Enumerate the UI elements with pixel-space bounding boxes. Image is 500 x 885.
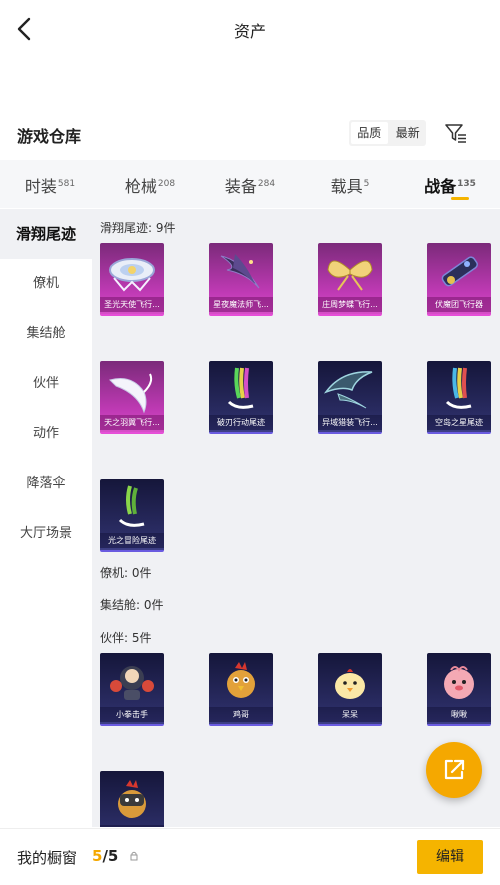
sidebar-item-partner[interactable]: 伙伴 [0,359,92,409]
sort-toggle: 品质 最新 [349,120,426,146]
top-bar: 资产 [0,0,500,58]
tab-count: 208 [157,179,176,189]
demon-craft-icon [441,256,479,287]
item-card[interactable]: 鸡哥 [209,653,273,726]
sidebar-item-wingman[interactable]: 僚机 [0,259,92,309]
item-name: 小拳击手 [100,707,164,722]
item-name: 空岛之星尾迹 [427,415,491,430]
item-name: 异域猎装飞行... [318,415,382,430]
item-card[interactable]: 小拳击手 [100,653,164,726]
showcase-count: 5/5 [92,847,118,865]
item-grid: 滑翔尾迹: 9件 圣光天使飞行... 星夜魔法师飞... 庄周梦蝶飞行... 伏… [92,209,500,827]
sidebar-item-lobby-scene[interactable]: 大厅场景 [0,509,92,559]
share-icon [444,759,465,780]
sidebar-item-glide-trail[interactable]: 滑翔尾迹 [0,209,92,259]
showcase-total: 5 [107,847,119,865]
boxer-icon [110,666,154,700]
tab-count: 135 [457,179,476,189]
group-label-partner: 伙伴: 5件 [100,631,152,645]
section-header: 游戏仓库 品质 最新 [0,118,500,152]
page-title: 资产 [233,22,266,41]
pink-bird-icon [444,666,474,699]
tab-count: 284 [257,179,276,189]
item-card[interactable]: 光之冒险尾迹 [100,479,164,552]
item-card[interactable]: 星夜魔法师飞... [209,243,273,316]
rainbow-trail-icon [227,367,254,409]
tab-war-gear[interactable]: 战备135 [400,160,500,208]
knight-chicken-icon [118,780,146,818]
showcase-label: 我的橱窗 [17,849,78,867]
edit-button[interactable]: 编辑 [417,840,483,874]
item-card[interactable]: 啾啾 [427,653,491,726]
green-trail-icon [118,485,145,527]
tab-firearms[interactable]: 枪械208 [100,160,200,208]
sidebar-item-emote[interactable]: 动作 [0,409,92,459]
sidebar-item-parachute[interactable]: 降落伞 [0,459,92,509]
chicken-icon [227,662,255,698]
chick-icon [335,669,365,699]
showcase-bar: 我的橱窗 5/5 编辑 [0,828,500,885]
share-button[interactable] [426,742,482,798]
section-title: 游戏仓库 [17,127,82,146]
lock-icon [130,851,138,861]
group-label-pod: 集结舱: 0件 [100,598,164,612]
item-name: 鸡哥 [209,707,273,722]
exotic-wing-icon [323,371,373,409]
filter-icon[interactable] [444,122,468,144]
sidebar: 滑翔尾迹 僚机 集结舱 伙伴 动作 降落伞 大厅场景 [0,209,92,829]
butterfly-wing-icon [327,260,373,291]
item-name: 庄周梦蝶飞行... [318,297,382,312]
night-mage-wing-icon [220,254,260,289]
item-card[interactable]: 天之羽翼飞行... [100,361,164,434]
item-name: 呆呆 [318,707,382,722]
tab-equipment[interactable]: 装备284 [200,160,300,208]
tab-vehicles[interactable]: 载具5 [300,160,400,208]
item-name: 星夜魔法师飞... [209,297,273,312]
item-card[interactable]: 呆呆 [318,653,382,726]
tab-fashion[interactable]: 时装581 [0,160,100,208]
item-card[interactable]: 异域猎装飞行... [318,361,382,434]
sort-quality-option[interactable]: 品质 [351,122,388,144]
item-name: 破刃行动尾迹 [209,415,273,430]
group-label-wingman: 僚机: 0件 [100,566,152,580]
item-card[interactable]: 庄周梦蝶飞行... [318,243,382,316]
item-card[interactable]: 圣光天使飞行... [100,243,164,316]
sky-feather-icon [109,373,153,414]
item-name: 伏魔团飞行器 [427,297,491,312]
tab-count: 5 [363,179,370,189]
group-label-trails: 滑翔尾迹: 9件 [100,221,176,235]
item-name: 天之羽翼飞行... [100,415,164,430]
item-name [100,825,164,827]
item-name: 啾啾 [427,707,491,722]
rainbow-trail-icon [445,367,472,409]
sidebar-item-pod[interactable]: 集结舱 [0,309,92,359]
item-card[interactable]: 破刃行动尾迹 [209,361,273,434]
item-name: 光之冒险尾迹 [100,533,164,548]
showcase-current: 5 [92,847,103,865]
item-card[interactable]: 伏魔团飞行器 [427,243,491,316]
category-tabs: 时装581 枪械208 装备284 载具5 战备135 [0,160,500,208]
item-card[interactable] [100,771,164,827]
item-card[interactable]: 空岛之星尾迹 [427,361,491,434]
sort-newest-option[interactable]: 最新 [390,120,427,146]
item-name: 圣光天使飞行... [100,297,164,312]
halo-wing-icon [109,258,155,292]
tab-count: 581 [57,179,76,189]
